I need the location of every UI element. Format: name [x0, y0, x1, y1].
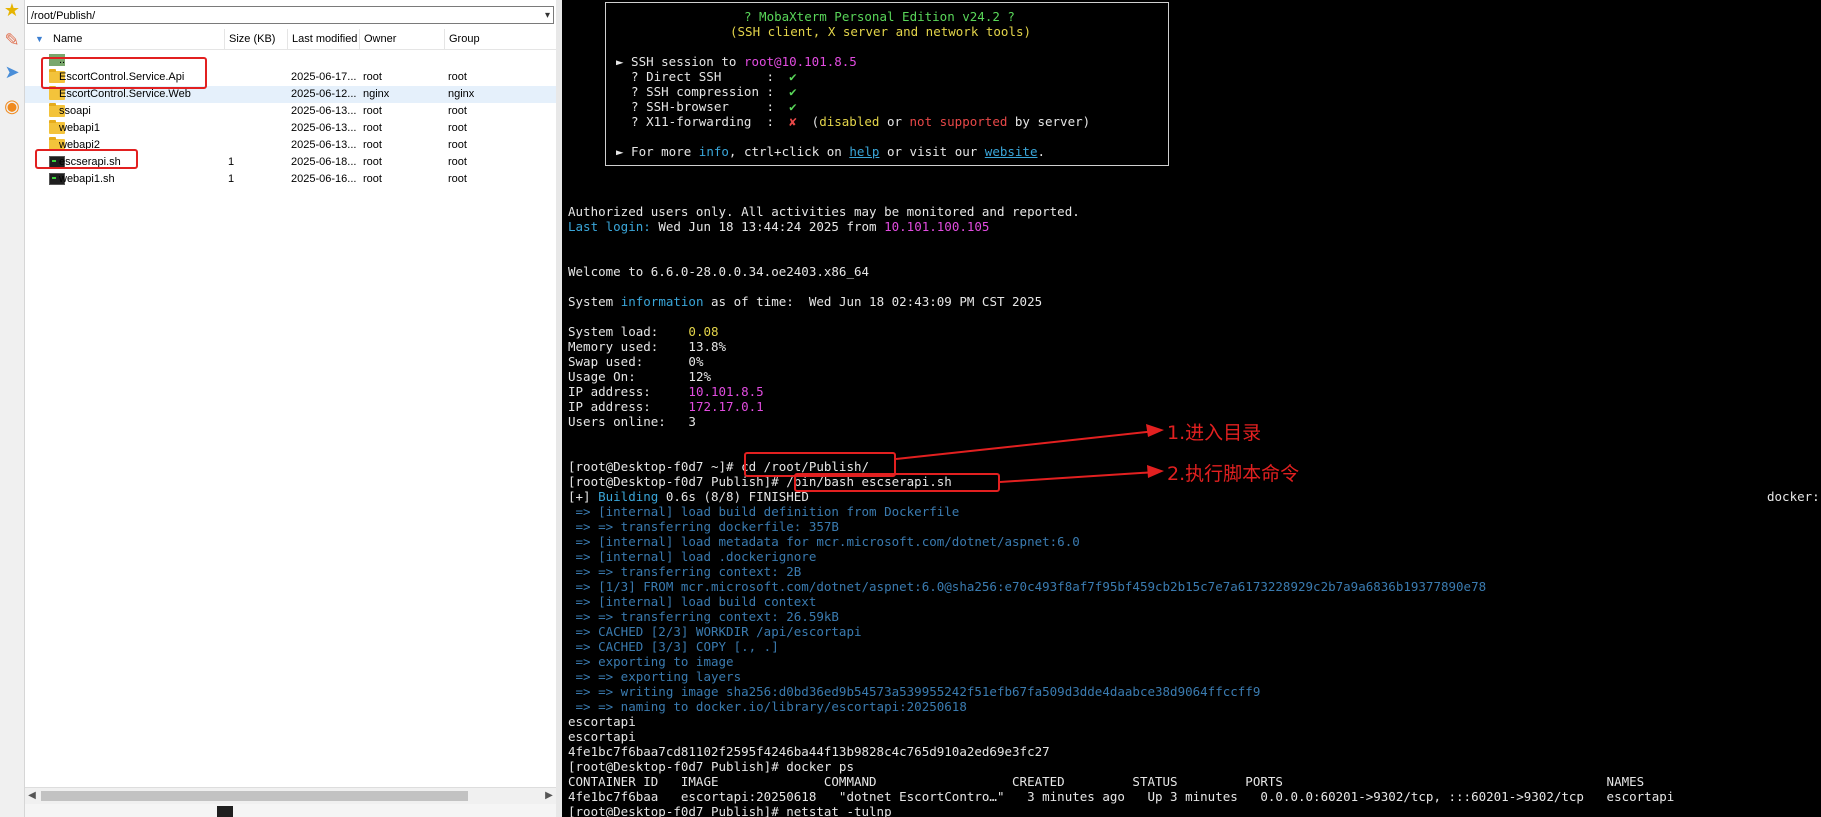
column-group[interactable]: Group [445, 29, 556, 49]
horizontal-scrollbar[interactable]: ◀ ▶ [25, 787, 556, 804]
terminal[interactable]: ? MobaXterm Personal Edition v24.2 ? (SS… [562, 0, 1821, 817]
file-name: webapi1 [59, 122, 100, 134]
file-name: ssoapi [59, 105, 91, 117]
file-owner: nginx [363, 88, 390, 100]
annotation-step1: 1.进入目录 [1167, 422, 1262, 444]
file-row[interactable]: webapi1 2025-06-13... root root [25, 120, 556, 137]
file-row[interactable]: escserapi.sh 1 2025-06-18... root root [25, 154, 556, 171]
file-modified: 2025-06-13... [291, 105, 357, 117]
file-row[interactable]: webapi1.sh 1 2025-06-16... root root [25, 171, 556, 188]
column-name[interactable]: Name [49, 29, 225, 49]
file-name: escserapi.sh [59, 156, 121, 168]
file-name: .. [59, 54, 66, 66]
column-owner[interactable]: Owner [360, 29, 445, 49]
path-text: /root/Publish/ [31, 10, 96, 22]
file-group: root [448, 71, 467, 83]
path-input[interactable]: /root/Publish/ ▾ [27, 6, 554, 24]
arrow-step1-head [1146, 424, 1164, 437]
send-icon[interactable]: ➤ [2, 62, 22, 82]
file-owner: root [363, 122, 382, 134]
file-row[interactable]: EscortControl.Service.Api 2025-06-17... … [25, 69, 556, 86]
file-owner: root [363, 156, 382, 168]
file-size: 1 [228, 173, 235, 185]
column-size[interactable]: Size (KB) [225, 29, 288, 49]
file-row-parent[interactable]: .. [25, 52, 556, 69]
tools-icon[interactable]: ✎ [2, 30, 22, 50]
file-row[interactable]: EscortControl.Service.Web 2025-06-12... … [25, 86, 556, 103]
arrow-step1 [895, 430, 1157, 460]
file-owner: root [363, 71, 382, 83]
file-row[interactable]: ssoapi 2025-06-13... root root [25, 103, 556, 120]
file-list-header: ▼ Name Size (KB) Last modified Owner Gro… [25, 29, 556, 50]
sftp-footer [25, 804, 556, 817]
star-icon[interactable]: ★ [2, 0, 22, 20]
file-name: EscortControl.Service.Web [59, 88, 191, 100]
file-name: EscortControl.Service.Api [59, 71, 185, 83]
file-modified: 2025-06-13... [291, 139, 357, 151]
file-modified: 2025-06-16... [291, 173, 357, 185]
scroll-left-icon[interactable]: ◀ [25, 788, 39, 804]
annotation-arrows [895, 424, 1164, 483]
file-modified: 2025-06-17... [291, 71, 357, 83]
file-group: root [448, 122, 467, 134]
file-group: nginx [448, 88, 475, 100]
column-last-modified[interactable]: Last modified [288, 29, 360, 49]
file-group: root [448, 156, 467, 168]
file-row[interactable]: webapi2 2025-06-13... root root [25, 137, 556, 154]
file-name: webapi1.sh [59, 173, 115, 185]
file-group: root [448, 173, 467, 185]
file-modified: 2025-06-18... [291, 156, 357, 168]
file-group: root [448, 105, 467, 117]
file-owner: root [363, 139, 382, 151]
file-owner: root [363, 105, 382, 117]
arrow-step2 [999, 471, 1157, 483]
file-list: .. EscortControl.Service.Api 2025-06-17.… [25, 52, 556, 188]
sessions-icon[interactable]: ◉ [2, 96, 22, 116]
annotation-step2: 2.执行脚本命令 [1167, 463, 1300, 485]
file-name: webapi2 [59, 139, 100, 151]
scroll-right-icon[interactable]: ▶ [542, 788, 556, 804]
chevron-down-icon[interactable]: ▾ [545, 7, 550, 25]
terminal-icon [217, 806, 233, 817]
file-modified: 2025-06-13... [291, 122, 357, 134]
mobaxterm-sidebar: ★ ✎ ➤ ◉ [0, 0, 25, 817]
sort-desc-icon[interactable]: ▼ [35, 29, 44, 49]
file-size: 1 [228, 156, 235, 168]
file-owner: root [363, 173, 382, 185]
scrollbar-thumb[interactable] [41, 791, 468, 801]
file-group: root [448, 139, 467, 151]
arrow-step2-head [1147, 465, 1164, 478]
file-modified: 2025-06-12... [291, 88, 357, 100]
sftp-browser: /root/Publish/ ▾ ▼ Name Size (KB) Last m… [25, 0, 556, 817]
